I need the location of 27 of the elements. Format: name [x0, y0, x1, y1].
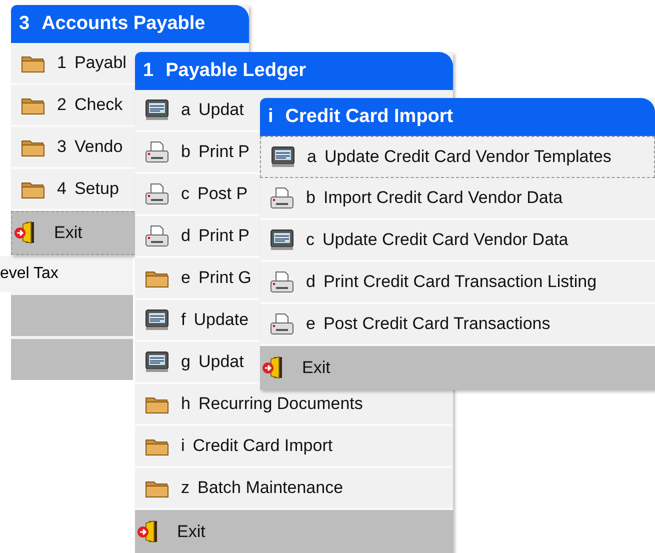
monitor-icon [270, 229, 294, 251]
monitor-icon [145, 351, 169, 373]
menu-item[interactable]: i Credit Card Import [135, 426, 453, 468]
menu-item[interactable] [11, 336, 133, 380]
menu-item[interactable]: d Print Credit Card Transaction Listing [260, 262, 655, 304]
menu-item[interactable]: evel Tax [0, 256, 133, 292]
menu-item[interactable]: e Post Credit Card Transactions [260, 304, 655, 346]
menu-item[interactable]: a Update Credit Card Vendor Templates [260, 136, 655, 178]
monitor-icon [145, 99, 169, 121]
printer-icon [145, 225, 169, 247]
printer-icon [270, 313, 294, 335]
exit-button[interactable]: Exit [260, 346, 655, 390]
printer-icon [145, 183, 169, 205]
printer-icon [145, 141, 169, 163]
printer-icon [270, 271, 294, 293]
menu-title: 1 Payable Ledger [135, 52, 453, 90]
menu-item[interactable] [11, 292, 133, 336]
menu-item[interactable]: h Recurring Documents [135, 384, 453, 426]
menu-title: 3 Accounts Payable [11, 5, 249, 43]
menu-title: i Credit Card Import [260, 98, 655, 136]
monitor-icon [271, 146, 295, 168]
menu-item[interactable]: z Batch Maintenance [135, 468, 453, 510]
menu-item[interactable]: c Update Credit Card Vendor Data [260, 220, 655, 262]
printer-icon [270, 187, 294, 209]
menu-item[interactable]: b Import Credit Card Vendor Data [260, 178, 655, 220]
exit-button[interactable]: Exit [135, 510, 453, 553]
monitor-icon [145, 309, 169, 331]
